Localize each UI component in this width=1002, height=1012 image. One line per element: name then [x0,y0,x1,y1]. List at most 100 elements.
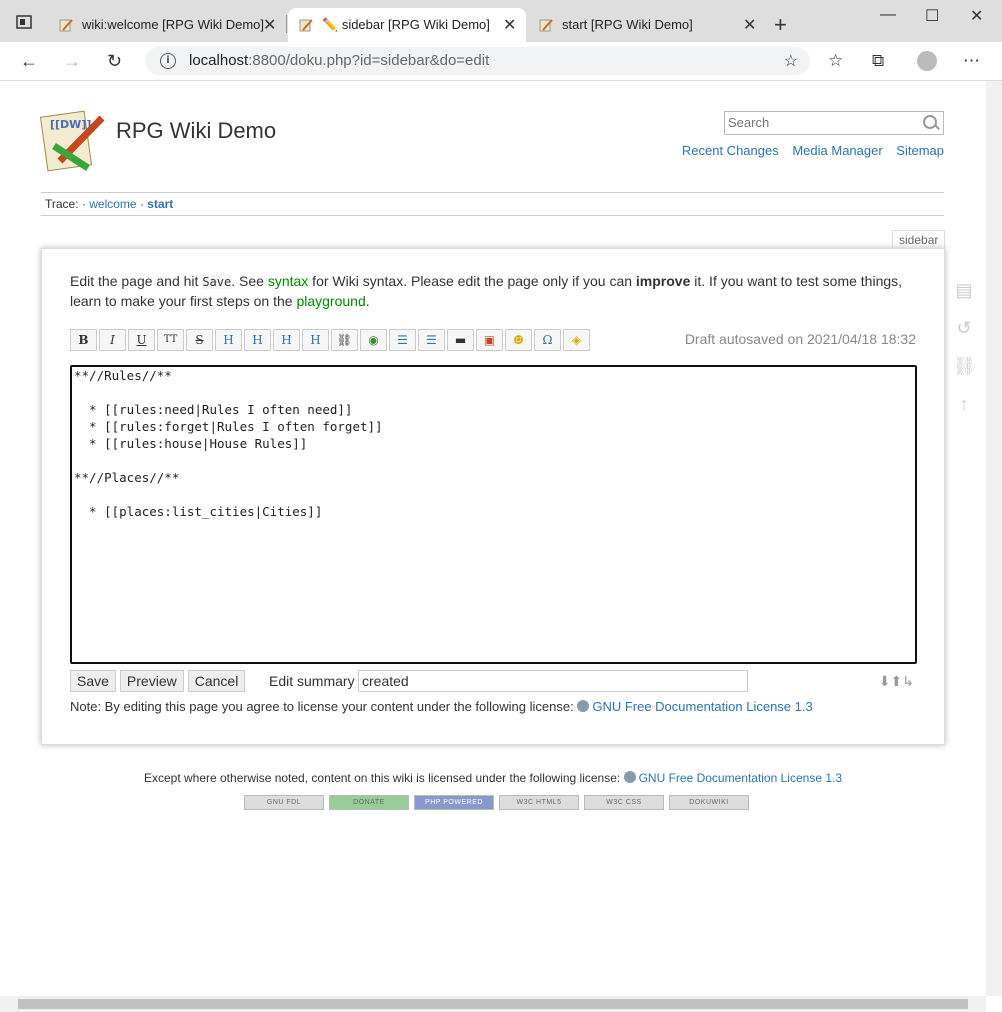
intro-text: Edit the page and hit [70,273,203,289]
footer-badges: GNU FDL DONATE PHP POWERED W3C HTML5 W3C… [244,795,754,810]
monospace-button[interactable]: TT [157,329,184,351]
breadcrumb-welcome[interactable]: welcome [89,197,136,211]
heading-higher-button[interactable]: H [273,329,300,351]
playground-link[interactable]: playground [296,293,365,309]
unordered-list-button[interactable]: ☰ [418,329,445,351]
url-bar[interactable]: i localhost:8800/doku.php?id=sidebar&do=… [145,47,810,75]
reload-icon[interactable]: ↻ [107,51,122,72]
intro-text: for Wiki syntax. Please edit the page on… [308,273,636,289]
media-button[interactable]: ▣ [476,329,503,351]
breadcrumb-separator: · [81,197,86,211]
address-toolbar: ← → ↻ i localhost:8800/doku.php?id=sideb… [0,42,1002,81]
close-window-icon[interactable]: ✕ [970,6,983,26]
license-link[interactable]: GNU Free Documentation License 1.3 [592,699,812,714]
wiki-text-editor[interactable]: **//Rules//** * [[rules:need|Rules I oft… [70,365,917,664]
hr-icon: ▬ [454,333,467,347]
breadcrumb-start[interactable]: start [147,197,173,211]
heading-same-button[interactable]: H [215,329,242,351]
footer-text: Except where otherwise noted, content on… [143,771,621,785]
italic-button[interactable]: I [99,329,126,351]
image-icon: ▣ [483,333,496,347]
search-input[interactable] [725,112,921,132]
footer-license-link[interactable]: GNU Free Documentation License 1.3 [639,771,842,785]
strikethrough-button[interactable]: S [186,329,213,351]
plugin-button[interactable]: ◈ [563,329,590,351]
back-to-top-icon[interactable]: ↑ [953,394,975,416]
smiley-icon: ☻ [513,333,524,347]
search-icon[interactable] [923,115,937,129]
tab-title: start [RPG Wiki Demo] [562,17,693,32]
badge-donate[interactable]: DONATE [329,795,409,810]
tab-start[interactable]: start [RPG Wiki Demo] ✕ [528,8,766,42]
tab-welcome[interactable]: wiki:welcome [RPG Wiki Demo] ✕ [48,8,286,42]
special-chars-button[interactable]: Ω [534,329,561,351]
breadcrumb: Trace: · welcome · start [41,192,944,216]
tab-sidebar-active[interactable]: ✏️ sidebar [RPG Wiki Demo] ✕ [288,8,526,43]
ordered-list-icon: ☰ [397,333,408,347]
tab-actions-icon[interactable] [16,14,32,30]
grow-editor-icon[interactable]: ⬆ [891,673,903,689]
site-info-icon[interactable]: i [160,53,176,69]
preview-button[interactable]: Preview [119,670,184,692]
underline-button[interactable]: U [128,329,155,351]
horizontal-scrollbar[interactable] [0,996,986,1012]
profile-avatar[interactable] [917,51,937,71]
edit-summary-input[interactable] [358,670,748,692]
forward-icon[interactable]: → [63,51,81,72]
box-icon: ◈ [571,333,582,347]
favorites-icon[interactable]: ☆ [828,51,843,71]
dokuwiki-logo[interactable]: [[DW]] [40,106,108,174]
close-tab-icon[interactable]: ✕ [743,15,756,35]
badge-php[interactable]: PHP POWERED [414,795,494,810]
shrink-editor-icon[interactable]: ⬇ [879,673,891,689]
summary-label: Edit summary [269,673,355,689]
more-menu-icon[interactable]: ⋯ [963,51,980,71]
smileys-button[interactable]: ☻ [505,329,532,351]
cancel-button[interactable]: Cancel [187,670,246,692]
old-revisions-icon[interactable]: ↺ [953,318,975,340]
tab-separator [286,15,287,33]
tab-title: ✏️ sidebar [RPG Wiki Demo] [322,17,490,33]
intro-text: . See [231,273,268,289]
unordered-list-icon: ☰ [426,333,437,347]
wrap-toggle-icon[interactable]: ↳ [902,673,914,689]
browser-tabbar: wiki:welcome [RPG Wiki Demo] ✕ ✏️ sideba… [0,0,1002,43]
internal-link-button[interactable]: ⛓ [331,329,358,351]
back-icon[interactable]: ← [20,51,38,72]
badge-gnu-fdl[interactable]: GNU FDL [244,795,324,810]
heading-lower-button[interactable]: H [244,329,271,351]
close-tab-icon[interactable]: ✕ [263,15,276,35]
tab-title: wiki:welcome [RPG Wiki Demo] [82,17,265,32]
external-link-button[interactable]: ◉ [360,329,387,351]
add-favorite-icon[interactable]: ☆ [784,51,798,71]
edit-actions: Save Preview Cancel [70,670,249,692]
maximize-icon[interactable]: ☐ [925,6,939,26]
show-page-icon[interactable]: ▤ [953,280,975,302]
pencil-icon: ✏️ [322,17,339,32]
page-tools: ▤ ↺ ⛓ ↑ [953,280,977,432]
sitemap-link[interactable]: Sitemap [896,143,944,158]
badge-css[interactable]: W3C CSS [584,795,664,810]
vertical-scrollbar[interactable] [986,81,1002,996]
close-tab-icon[interactable]: ✕ [503,15,516,35]
footer-license: Except where otherwise noted, content on… [0,771,986,785]
badge-dokuwiki[interactable]: DOKUWIKI [669,795,749,810]
collections-icon[interactable]: ⧉ [872,51,884,71]
bold-button[interactable]: B [70,329,97,351]
minimize-icon[interactable]: — [880,6,896,24]
new-tab-icon[interactable]: + [774,12,787,38]
ordered-list-button[interactable]: ☰ [389,329,416,351]
dokuwiki-favicon-icon [299,19,313,32]
syntax-link[interactable]: syntax [268,273,308,289]
backlinks-icon[interactable]: ⛓ [953,356,976,378]
horizontal-rule-button[interactable]: ▬ [447,329,474,351]
media-manager-link[interactable]: Media Manager [792,143,882,158]
save-button[interactable]: Save [70,670,116,692]
tab-title-text: sidebar [RPG Wiki Demo] [341,17,490,32]
badge-html5[interactable]: W3C HTML5 [499,795,579,810]
scrollbar-thumb[interactable] [18,999,968,1009]
globe-icon: ◉ [368,333,379,347]
site-title[interactable]: RPG Wiki Demo [116,118,276,144]
heading-select-button[interactable]: H [302,329,329,351]
recent-changes-link[interactable]: Recent Changes [682,143,779,158]
